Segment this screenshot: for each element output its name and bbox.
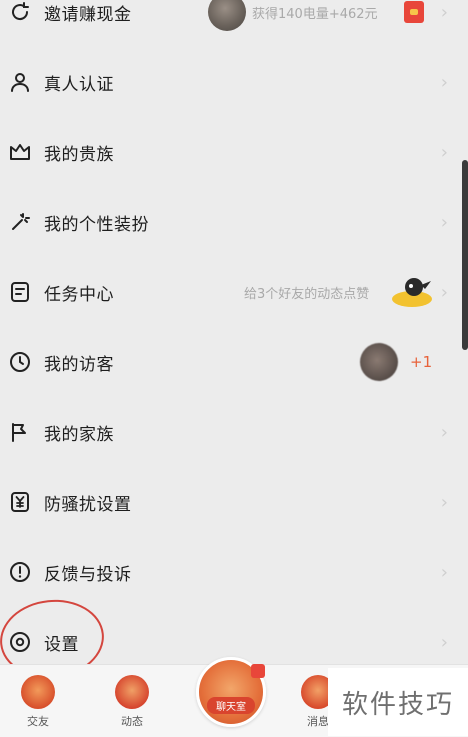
chevron-right-icon: › (440, 561, 448, 583)
menu-item-label: 真人认证 (44, 74, 114, 95)
task-hint-text: 给3个好友的动态点赞 (244, 286, 370, 302)
tab-moments[interactable]: 动态 (106, 675, 158, 729)
chevron-right-icon: › (440, 631, 448, 653)
menu-item-real-name[interactable]: 真人认证 › (0, 52, 460, 112)
menu-item-dress-up[interactable]: 我的个性装扮 › (0, 192, 460, 252)
menu-item-label: 我的家族 (44, 424, 114, 445)
clock-icon (8, 350, 32, 374)
task-icon (8, 280, 32, 304)
alert-icon (8, 560, 32, 584)
menu-item-family[interactable]: 我的家族 › (0, 402, 460, 462)
chevron-right-icon: › (440, 421, 448, 443)
chevron-right-icon: › (440, 491, 448, 513)
heart-bag-icon (21, 675, 55, 709)
tab-label: 动态 (121, 715, 143, 728)
visitor-avatar (360, 343, 398, 381)
crown-icon (8, 140, 32, 164)
menu-item-invite[interactable]: 邀请赚现金 获得140电量+462元 › (0, 0, 460, 42)
invite-reward-text: 获得140电量+462元 (252, 6, 378, 22)
magic-wand-icon (8, 210, 32, 234)
menu-item-visitors[interactable]: 我的访客 +1 (0, 332, 460, 392)
chevron-right-icon: › (440, 281, 448, 303)
person-icon (8, 70, 32, 94)
menu-item-feedback[interactable]: 反馈与投诉 › (0, 542, 460, 602)
tab-chat-room[interactable]: 聊天室 (196, 657, 266, 727)
menu-item-label: 我的个性装扮 (44, 214, 149, 235)
menu-item-label: 任务中心 (44, 284, 114, 305)
avatar (208, 0, 246, 31)
menu-item-task-center[interactable]: 任务中心 给3个好友的动态点赞 › (0, 262, 460, 322)
watermark-text: 软件技巧 (341, 689, 454, 720)
flag-icon (8, 420, 32, 444)
menu-item-noble[interactable]: 我的贵族 › (0, 122, 460, 182)
menu-item-anti-harassment[interactable]: 防骚扰设置 › (0, 472, 460, 532)
menu-item-label: 防骚扰设置 (44, 494, 132, 515)
menu-item-label: 反馈与投诉 (44, 564, 132, 585)
visitor-count-badge: +1 (410, 353, 433, 371)
tab-make-friends[interactable]: 交友 (12, 675, 64, 729)
chevron-right-icon: › (440, 1, 448, 23)
red-envelope-icon (404, 1, 424, 23)
menu-item-label: 我的贵族 (44, 144, 114, 165)
chevron-right-icon: › (440, 71, 448, 93)
watermark: 软件技巧 (328, 668, 468, 736)
menu-item-label: 邀请赚现金 (44, 4, 132, 25)
shield-yen-icon (8, 490, 32, 514)
star-icon (115, 675, 149, 709)
chevron-right-icon: › (440, 211, 448, 233)
chevron-right-icon: › (440, 141, 448, 163)
reward-sticker-icon (392, 278, 432, 307)
tab-label: 交友 (27, 715, 49, 728)
menu-item-label: 我的访客 (44, 354, 114, 375)
notification-badge (251, 664, 265, 678)
refresh-icon (8, 0, 32, 24)
scrollbar[interactable] (462, 160, 468, 350)
tab-label: 聊天室 (207, 697, 255, 714)
